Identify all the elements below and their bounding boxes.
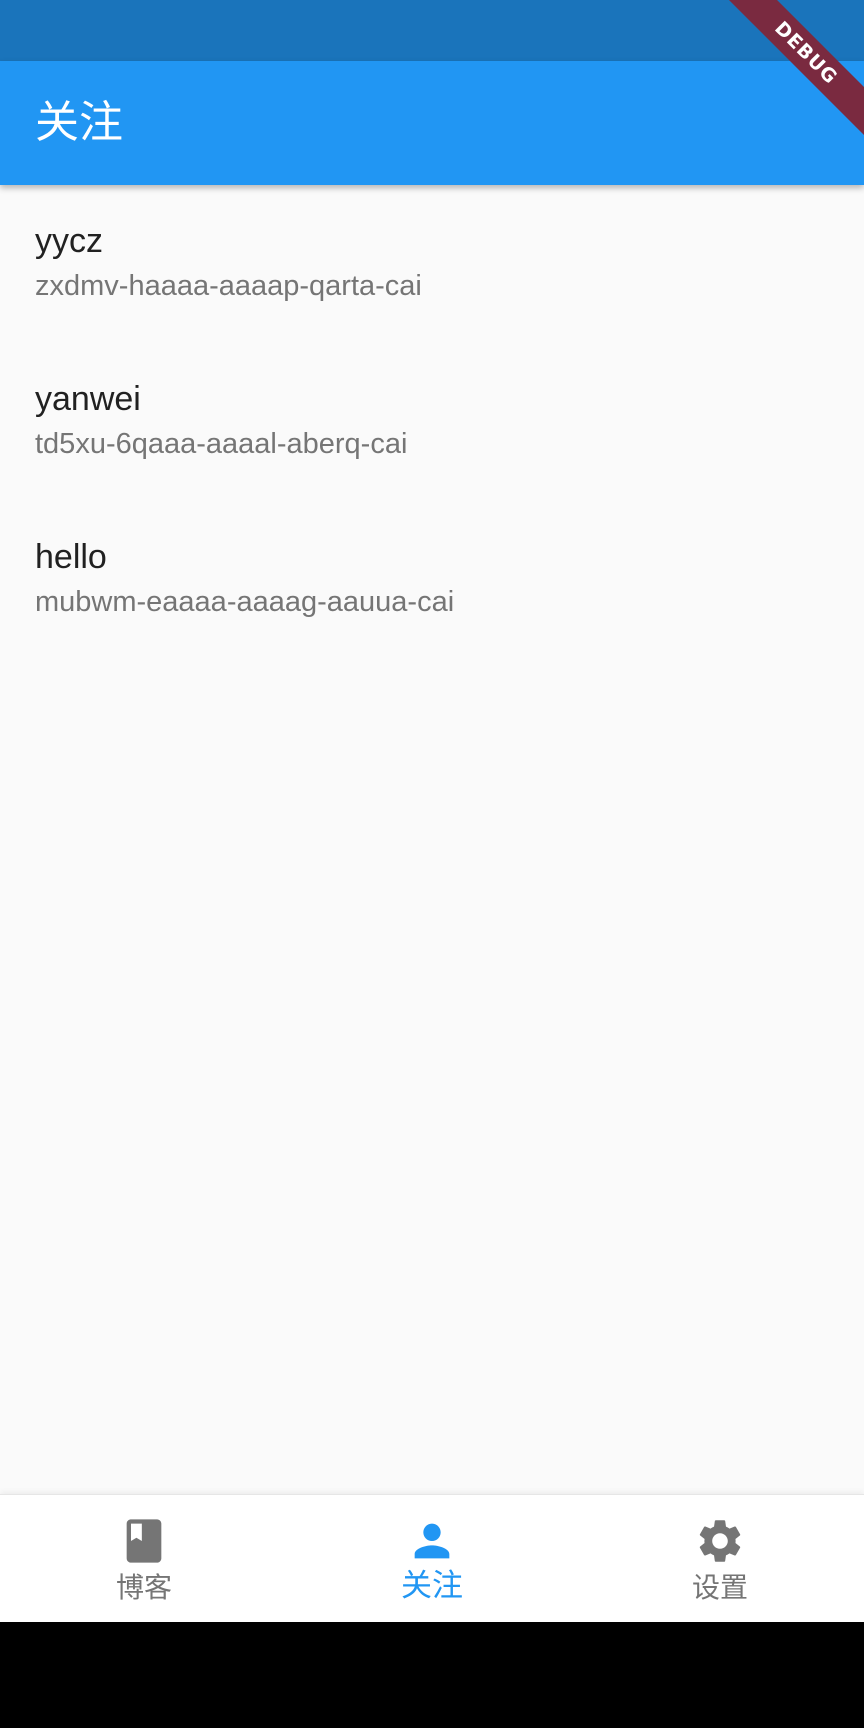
follow-id: td5xu-6qaaa-aaaal-aberq-cai (35, 428, 408, 460)
follow-name: hello (35, 538, 107, 576)
follow-id: zxdmv-haaaa-aaaap-qarta-cai (35, 270, 422, 302)
system-navigation-bar (0, 1622, 864, 1728)
nav-label-blog: 博客 (115, 1571, 172, 1604)
follow-name: yycz (35, 222, 103, 260)
nav-item-follow[interactable]: 关注 (288, 1495, 576, 1623)
gear-icon (699, 1520, 741, 1562)
bottom-navigation: 博客 关注 设置 (0, 1494, 864, 1623)
nav-item-blog[interactable]: 博客 (0, 1495, 288, 1623)
follow-list: yycz zxdmv-haaaa-aaaap-qarta-cai yanwei … (0, 185, 864, 659)
list-item[interactable]: hello mubwm-eaaaa-aaaag-aauua-cai (0, 501, 864, 659)
list-item[interactable]: yanwei td5xu-6qaaa-aaaal-aberq-cai (0, 343, 864, 501)
page-title: 关注 (35, 97, 123, 148)
status-bar (0, 0, 864, 61)
app-bar: 关注 (0, 61, 864, 185)
follow-name: yanwei (35, 380, 141, 418)
follow-id: mubwm-eaaaa-aaaag-aauua-cai (35, 586, 455, 618)
nav-label-settings: 设置 (691, 1571, 748, 1604)
nav-item-settings[interactable]: 设置 (576, 1495, 864, 1623)
list-item[interactable]: yycz zxdmv-haaaa-aaaap-qarta-cai (0, 185, 864, 343)
person-icon (414, 1523, 450, 1559)
app-screen: 关注 DEBUG yycz zxdmv-haaaa-aaaap-qarta-ca… (0, 0, 864, 1728)
nav-label-follow: 关注 (401, 1568, 463, 1604)
book-icon (126, 1519, 162, 1563)
